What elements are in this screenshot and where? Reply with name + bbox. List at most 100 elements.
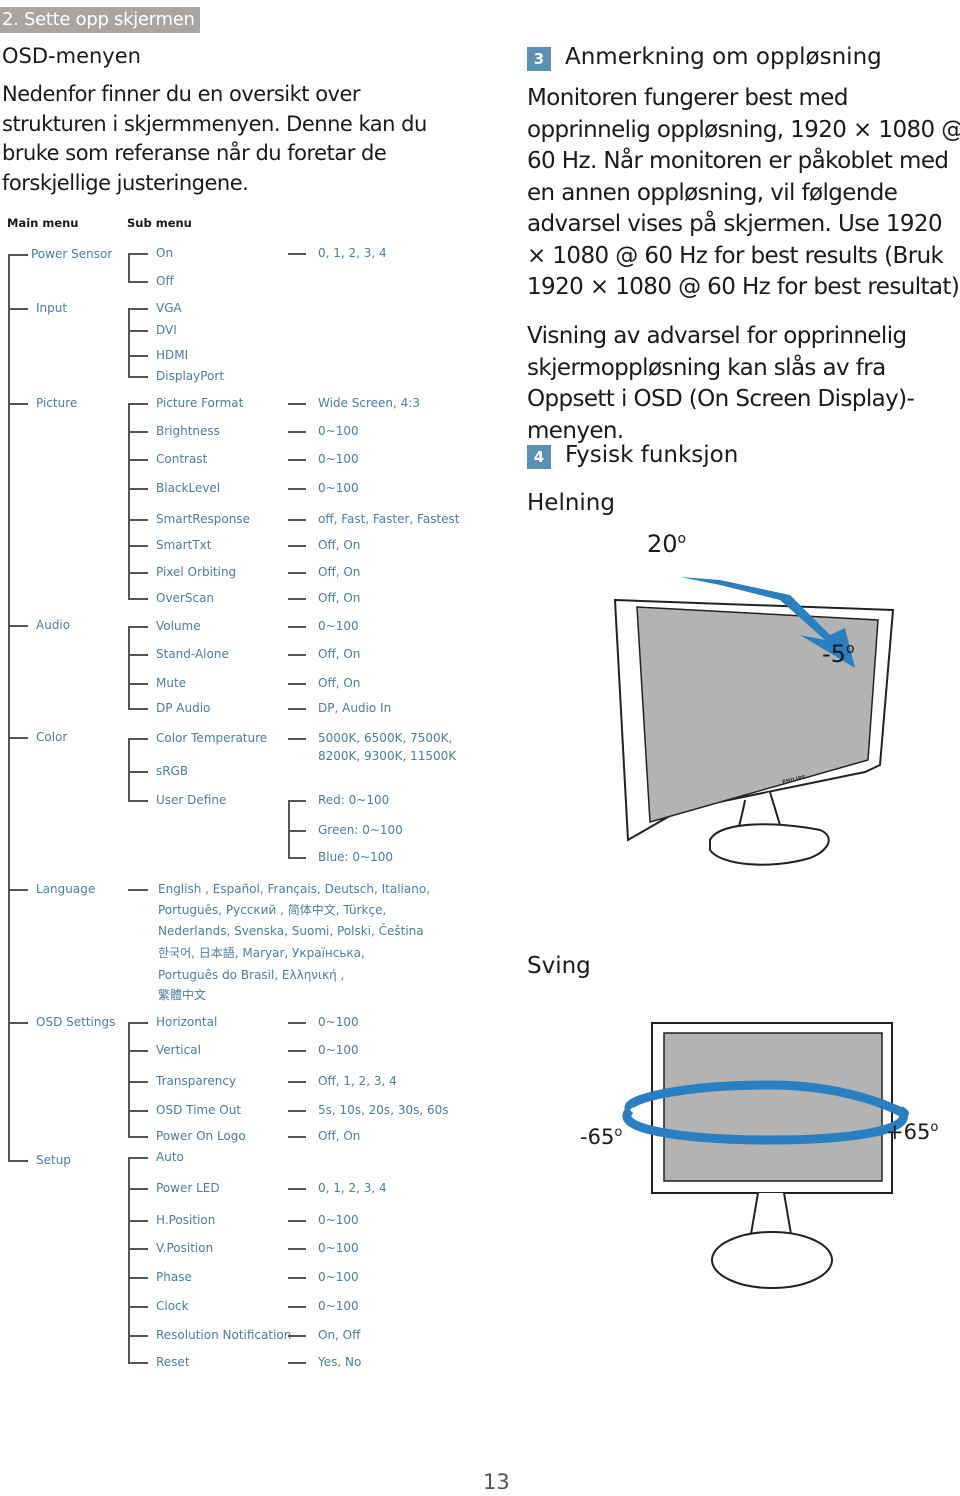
sub-menu-branch [128, 683, 148, 685]
option-values: 0~100 [318, 1299, 359, 1313]
tilt-up-label: 20o [647, 530, 687, 558]
language-option: 한국어, 日本語, Maryar, Українська, [158, 946, 365, 960]
value-branch [288, 683, 306, 685]
main-menu-item: Audio [36, 618, 71, 632]
sub-menu-branch [128, 1362, 148, 1364]
main-menu-connector [8, 254, 10, 1160]
sub-menu-branch [128, 281, 148, 283]
sub-menu-branch [128, 626, 148, 628]
value-branch [288, 253, 306, 255]
sub-menu-branch [128, 800, 148, 802]
sub-menu-item: Reset [156, 1355, 190, 1367]
value-branch [288, 708, 306, 710]
value-branch [288, 519, 306, 521]
option-values: Off, On [318, 647, 361, 661]
main-menu-branch [8, 254, 28, 256]
sub-menu-connector [128, 626, 130, 708]
value-branch [288, 545, 306, 547]
sub-menu-branch [128, 1110, 148, 1112]
option-values: On, Off [318, 1328, 361, 1342]
value-branch [288, 1022, 306, 1024]
option-values: 5000K, 6500K, 7500K, [318, 731, 453, 745]
option-values: Off, On [318, 591, 361, 605]
sub-menu-item: On [156, 246, 174, 260]
value-branch [288, 1110, 306, 1112]
sub-menu-branch [128, 708, 148, 710]
tilt-down-label: -5o [822, 640, 855, 668]
swivel-right-label: +65o [886, 1120, 939, 1144]
sub-menu-branch [128, 459, 148, 461]
section-4-badge: 4 [527, 445, 551, 469]
sub-menu-item: User Define [156, 793, 227, 807]
value-branch [288, 1277, 306, 1279]
sub-menu-item: Color Temperature [156, 731, 268, 745]
sub-menu-branch [128, 572, 148, 574]
sub-menu-branch [128, 308, 148, 310]
option-values: 0~100 [318, 1241, 359, 1255]
sub-menu-branch [128, 1248, 148, 1250]
option-values: Off, On [318, 676, 361, 690]
document-page: 2. Sette opp skjermen OSD-menyen Nedenfo… [0, 0, 960, 1496]
option-values: 5s, 10s, 20s, 30s, 60s [318, 1103, 449, 1117]
tilt-illustration [613, 577, 895, 866]
sub-menu-branch [128, 1081, 148, 1083]
value-branch [288, 1306, 306, 1308]
option-values: 0~100 [318, 481, 359, 495]
swivel-heading: Sving [527, 953, 591, 979]
value-branch [288, 1188, 306, 1190]
option-values: 0~100 [318, 1213, 359, 1227]
option-values: Off, On [318, 565, 361, 579]
option-values: 0~100 [318, 1015, 359, 1029]
sub-menu-branch [128, 1050, 148, 1052]
option-values: Off, On [318, 1129, 361, 1143]
value-branch [288, 488, 306, 490]
main-menu-item: OSD Settings [36, 1015, 116, 1029]
sub-menu-item: sRGB [156, 764, 189, 778]
sub-menu-branch [128, 771, 148, 773]
sub-menu-connector [128, 1022, 130, 1136]
value-branch [288, 403, 306, 405]
sub-menu-item: Off [156, 274, 174, 288]
main-menu-branch [8, 737, 28, 739]
sub-menu-item: Stand-Alone [156, 647, 229, 661]
sub-menu-item: Horizontal [156, 1015, 218, 1029]
option-values: Off, On [318, 538, 361, 552]
sub-menu-item: SmartResponse [156, 512, 250, 526]
option-values: Yes, No [318, 1355, 362, 1367]
main-menu-item: Setup [36, 1153, 71, 1167]
option-values: Green: 0~100 [318, 823, 403, 837]
sub-menu-item: Vertical [156, 1043, 201, 1057]
sub-menu-item: Power On Logo [156, 1129, 246, 1143]
sub-menu-branch [128, 253, 148, 255]
sub-menu-branch [128, 1220, 148, 1222]
main-menu-branch [8, 308, 28, 310]
language-option: Português, Русский , 简体中文, Türkçe, [158, 903, 387, 917]
language-option: Nederlands, Svenska, Suomi, Polski, Češt… [158, 924, 424, 938]
sub-menu-item: Mute [156, 676, 187, 690]
language-option: Português do Brasil, Ελληνική , [158, 968, 345, 982]
sub-menu-item: Clock [156, 1299, 189, 1313]
sub-menu-branch [128, 1136, 148, 1138]
sub-menu-branch [128, 1157, 148, 1159]
sub-menu-branch [128, 598, 148, 600]
sub-menu-item: Resolution Notification [156, 1328, 292, 1342]
option-values: Off, 1, 2, 3, 4 [318, 1074, 397, 1088]
main-menu-item: Power Sensor [31, 247, 113, 261]
main-menu-item: Input [36, 301, 68, 315]
value-branch [288, 459, 306, 461]
main-menu-item: Picture [36, 396, 78, 410]
value-branch [288, 626, 306, 628]
sub-menu-branch [128, 403, 148, 405]
sub-menu-branch [128, 519, 148, 521]
main-menu-branch [8, 403, 28, 405]
page-number: 13 [483, 1470, 510, 1494]
main-menu-item: Language [36, 882, 96, 896]
sub-menu-branch [128, 1335, 148, 1337]
main-menu-branch [8, 1022, 28, 1024]
value-branch [288, 857, 306, 859]
value-branch [288, 1248, 306, 1250]
sub-menu-item: Brightness [156, 424, 220, 438]
option-values: 0, 1, 2, 3, 4 [318, 1181, 387, 1195]
value-branch [288, 800, 306, 802]
sub-menu-item: H.Position [156, 1213, 216, 1227]
